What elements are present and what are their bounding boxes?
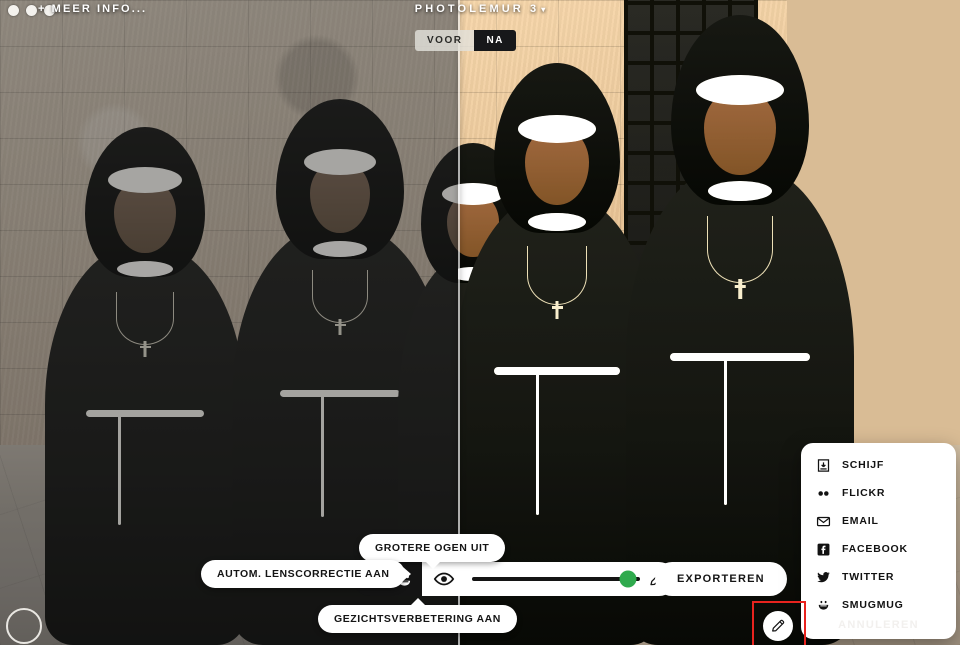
save-to-disk-icon xyxy=(815,457,831,473)
tooltip-tail xyxy=(410,598,427,606)
chevron-down-icon[interactable]: ▾ xyxy=(541,5,545,14)
tab-na[interactable]: NA xyxy=(474,30,516,51)
flickr-dots-icon xyxy=(815,485,831,501)
share-item-flickr[interactable]: FLICKR xyxy=(801,479,956,507)
tooltip-tail xyxy=(425,561,442,569)
smugmug-smiley-icon xyxy=(815,597,831,613)
pencil-edit-button[interactable] xyxy=(763,611,793,641)
enhancement-slider[interactable] xyxy=(466,562,676,596)
share-item-email[interactable]: EMAIL xyxy=(801,507,956,535)
tab-voor[interactable]: VOOR xyxy=(415,30,475,51)
share-item-label: FACEBOOK xyxy=(842,543,908,555)
share-item-label: FLICKR xyxy=(842,487,886,499)
share-item-smugmug[interactable]: SMUGMUG xyxy=(801,591,956,619)
cancel-button[interactable]: ANNULEREN xyxy=(801,619,956,631)
tooltip-bigger-eyes-label: GROTERE OGEN UIT xyxy=(375,542,490,554)
tooltip-face-enhancement-label: GEZICHTSVERBETERING AAN xyxy=(334,613,501,625)
facebook-icon xyxy=(815,541,831,557)
share-item-facebook[interactable]: FACEBOOK xyxy=(801,535,956,563)
share-item-label: SMUGMUG xyxy=(842,599,904,611)
pencil-icon xyxy=(772,619,785,632)
twitter-bird-icon xyxy=(815,569,831,585)
slider-knob[interactable] xyxy=(619,570,637,588)
export-button[interactable]: EXPORTEREN xyxy=(655,562,787,596)
tooltip-tail xyxy=(403,567,412,581)
share-menu: SCHIJF FLICKR EMAIL FACEBOOK TWITTER SMU… xyxy=(801,443,956,639)
slider-track[interactable] xyxy=(472,570,640,588)
share-item-label: SCHIJF xyxy=(842,459,885,471)
tooltip-face-enhancement: GEZICHTSVERBETERING AAN xyxy=(318,598,517,633)
photolemur-window: + MEER INFO... PHOTOLEMUR 3 ▾ VOOR NA GRO… xyxy=(0,0,960,645)
before-after-toggle[interactable]: VOOR NA xyxy=(415,30,516,51)
export-button-label: EXPORTEREN xyxy=(677,573,765,585)
tooltip-bigger-eyes: GROTERE OGEN UIT xyxy=(359,534,506,569)
share-item-twitter[interactable]: TWITTER xyxy=(801,563,956,591)
share-item-schijf[interactable]: SCHIJF xyxy=(801,451,956,479)
tooltip-lens-correction-label: AUTOM. LENSCORRECTIE AAN xyxy=(217,568,390,580)
tooltip-lens-correction: AUTOM. LENSCORRECTIE AAN xyxy=(201,560,412,588)
app-title: PHOTOLEMUR 3 ▾ xyxy=(0,3,960,15)
avatar[interactable] xyxy=(6,608,42,644)
app-title-label: PHOTOLEMUR 3 xyxy=(414,3,540,15)
share-item-label: EMAIL xyxy=(842,515,879,527)
envelope-icon xyxy=(815,513,831,529)
title-bar: + MEER INFO... PHOTOLEMUR 3 ▾ xyxy=(0,0,960,26)
eye-icon xyxy=(433,572,455,586)
share-item-label: TWITTER xyxy=(842,571,895,583)
